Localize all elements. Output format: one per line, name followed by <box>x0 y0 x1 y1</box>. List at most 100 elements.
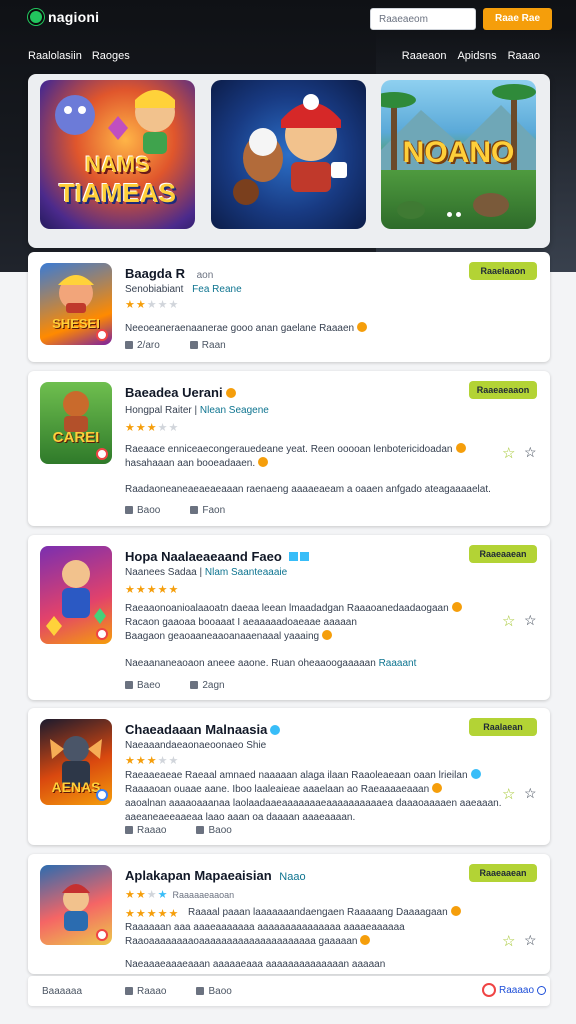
platform-icon <box>96 329 108 341</box>
game-description: Raaaal paaan laaaaaaandaengaen Raaaaang … <box>188 906 461 920</box>
banner-title: TIAMEAS <box>59 178 176 208</box>
favorite-star-icon[interactable]: ☆ <box>502 612 515 630</box>
like-icon <box>125 826 133 834</box>
like-icon <box>125 987 133 995</box>
banner-title: NOANO <box>402 136 515 169</box>
game-meta: Raaao Baoo <box>125 825 232 836</box>
record-icon <box>482 983 496 997</box>
featured-showcase: NAMS TIAMEAS NOANO <box>28 74 550 248</box>
views-icon <box>190 681 199 689</box>
views-count: Faon <box>190 505 225 516</box>
nav-item[interactable]: Raalolasiin <box>28 50 82 62</box>
game-card[interactable]: Hopa Naalaeaeaand Faeo Naanees Sadaa | N… <box>28 535 550 700</box>
game-meta: Baeo 2agn <box>125 680 225 691</box>
nav-item[interactable]: Apidsns <box>457 50 496 62</box>
nav-item[interactable]: Raaeaon <box>402 50 447 62</box>
featured-banner[interactable]: NOANO <box>381 80 536 229</box>
cta-button[interactable]: Raae Rae <box>483 8 552 30</box>
action-button[interactable]: Raaeaaean <box>469 545 537 563</box>
game-description: Neeoeaneraenaanerae gooo anan gaelane Ra… <box>125 322 368 336</box>
game-thumbnail: AENAS <box>40 719 112 805</box>
game-subtitle: Hongpal Raiter | Nlean Seagene <box>125 405 269 416</box>
featured-banner[interactable] <box>211 80 366 229</box>
game-description: Raeaaonoanioalaaoatn daeaa leean lmaadad… <box>125 602 462 644</box>
game-extra: Naeaaaeaaaeaaan aaaaaeaaa aaaaaaaaaaaaaa… <box>125 959 386 970</box>
bookmark-icon[interactable]: ☆ <box>524 785 537 802</box>
platform-icon <box>96 929 108 941</box>
platform-icon <box>96 448 108 460</box>
game-card[interactable]: AENAS Chaeadaaan Malnaasia Naeaaandaeaon… <box>28 708 550 845</box>
logo-text: nagioni <box>48 9 100 25</box>
logo[interactable]: nagioni <box>28 9 99 25</box>
game-extra: Naeaananeaoaon aneee aaone. Ruan oheaaoo… <box>125 658 417 669</box>
bookmark-icon[interactable]: ☆ <box>524 932 537 949</box>
game-title: Hopa Naalaeaeaand Faeo <box>125 549 310 564</box>
star-rating: ★★★★★ <box>125 755 180 767</box>
search-input[interactable]: Raaeaeom <box>370 8 476 30</box>
bookmark-icon[interactable]: ☆ <box>524 444 537 461</box>
views-icon <box>196 826 205 834</box>
action-button[interactable]: Raalaean <box>469 718 537 736</box>
favorite-star-icon[interactable]: ☆ <box>502 444 515 462</box>
views-icon <box>196 987 205 995</box>
platform-icon <box>96 628 108 640</box>
nav-item[interactable]: Raaao <box>508 50 540 62</box>
like-icon <box>125 681 133 689</box>
action-button[interactable]: Raaelaaon <box>469 262 537 280</box>
game-title: Baagda R aon <box>125 266 214 281</box>
game-description: Raeaaeaeae Raeaal amnaed naaaaan alaga i… <box>125 769 502 823</box>
verified-icon <box>270 725 281 735</box>
footer-link[interactable]: Raaaao <box>482 983 547 997</box>
game-subtitle: Naeaaandaeaonaeoonaeo Shie <box>125 740 267 751</box>
logo-icon <box>28 9 44 25</box>
footer-label: Baaaaaa <box>42 986 83 997</box>
top-bar: nagioni Raaeaeom Raae Rae <box>0 0 576 40</box>
featured-banner[interactable]: NAMS TIAMEAS <box>40 80 195 229</box>
game-meta: 2/aro Raan <box>125 340 226 351</box>
views-count: Baoo <box>196 986 232 997</box>
game-card[interactable]: SHESEI Baagda R aon Senobiabiant Fea Rea… <box>28 252 550 362</box>
info-icon <box>357 322 368 332</box>
game-subtitle: Naanees Sadaa | Nlam Saanteaaaie <box>125 567 288 578</box>
star-rating: ★★★★★ <box>125 422 180 434</box>
likes-count: Raaao <box>125 986 166 997</box>
game-thumbnail: SHESEI <box>40 263 112 345</box>
game-title: Chaeadaaan Malnaasia <box>125 722 281 737</box>
star-rating: ★★★★★ <box>125 299 180 311</box>
views-count: 2agn <box>190 680 225 691</box>
likes-count: 2/aro <box>125 340 160 351</box>
nav-item[interactable]: Raoges <box>92 50 130 62</box>
bookmark-icon[interactable]: ☆ <box>524 612 537 629</box>
game-meta: Baoo Faon <box>125 505 225 516</box>
carousel-dots[interactable] <box>447 212 461 217</box>
star-rating-small: ★★★★ Raaaaaeaaoan <box>125 889 235 901</box>
likes-count: Raaao <box>125 825 166 836</box>
game-card[interactable]: Aplakapan Mapaeaisian Naao ★★★★ Raaaaaea… <box>28 854 550 974</box>
banner-title: NAMS <box>85 152 150 177</box>
views-count: Raan <box>189 340 226 351</box>
verified-icon <box>225 388 236 398</box>
main-content: NAMS TIAMEAS NOANO SHESEI Baagda R aon S… <box>28 74 550 1006</box>
platform-icon <box>96 789 108 801</box>
star-rating: ★★★★★ <box>125 908 180 920</box>
clock-icon <box>537 985 547 995</box>
like-icon <box>125 341 133 349</box>
game-thumbnail <box>40 546 112 644</box>
game-card[interactable]: CAREI Baeadea Uerani Hongpal Raiter | Nl… <box>28 371 550 526</box>
character-art-icon <box>233 94 347 205</box>
likes-count: Baoo <box>125 505 160 516</box>
action-button[interactable]: Raaeaaean <box>469 864 537 882</box>
game-description-more: Raaaaaan aaa aaaeaaaaaaa aaaaaaaaaaaaaaa… <box>125 922 405 947</box>
action-button[interactable]: Raaeaeaaon <box>469 381 537 399</box>
favorite-star-icon[interactable]: ☆ <box>502 932 515 950</box>
like-icon <box>125 506 133 514</box>
views-icon <box>189 341 198 349</box>
nav-right: Raaeaon Apidsns Raaao <box>402 50 540 62</box>
thumbnail-label: CAREI <box>52 429 100 446</box>
views-count: Baoo <box>196 825 232 836</box>
game-subtitle: Senobiabiant Fea Reane <box>125 284 242 295</box>
game-thumbnail <box>40 865 112 945</box>
favorite-star-icon[interactable]: ☆ <box>502 785 515 803</box>
likes-count: Baeo <box>125 680 160 691</box>
game-title: Baeadea Uerani <box>125 385 236 400</box>
